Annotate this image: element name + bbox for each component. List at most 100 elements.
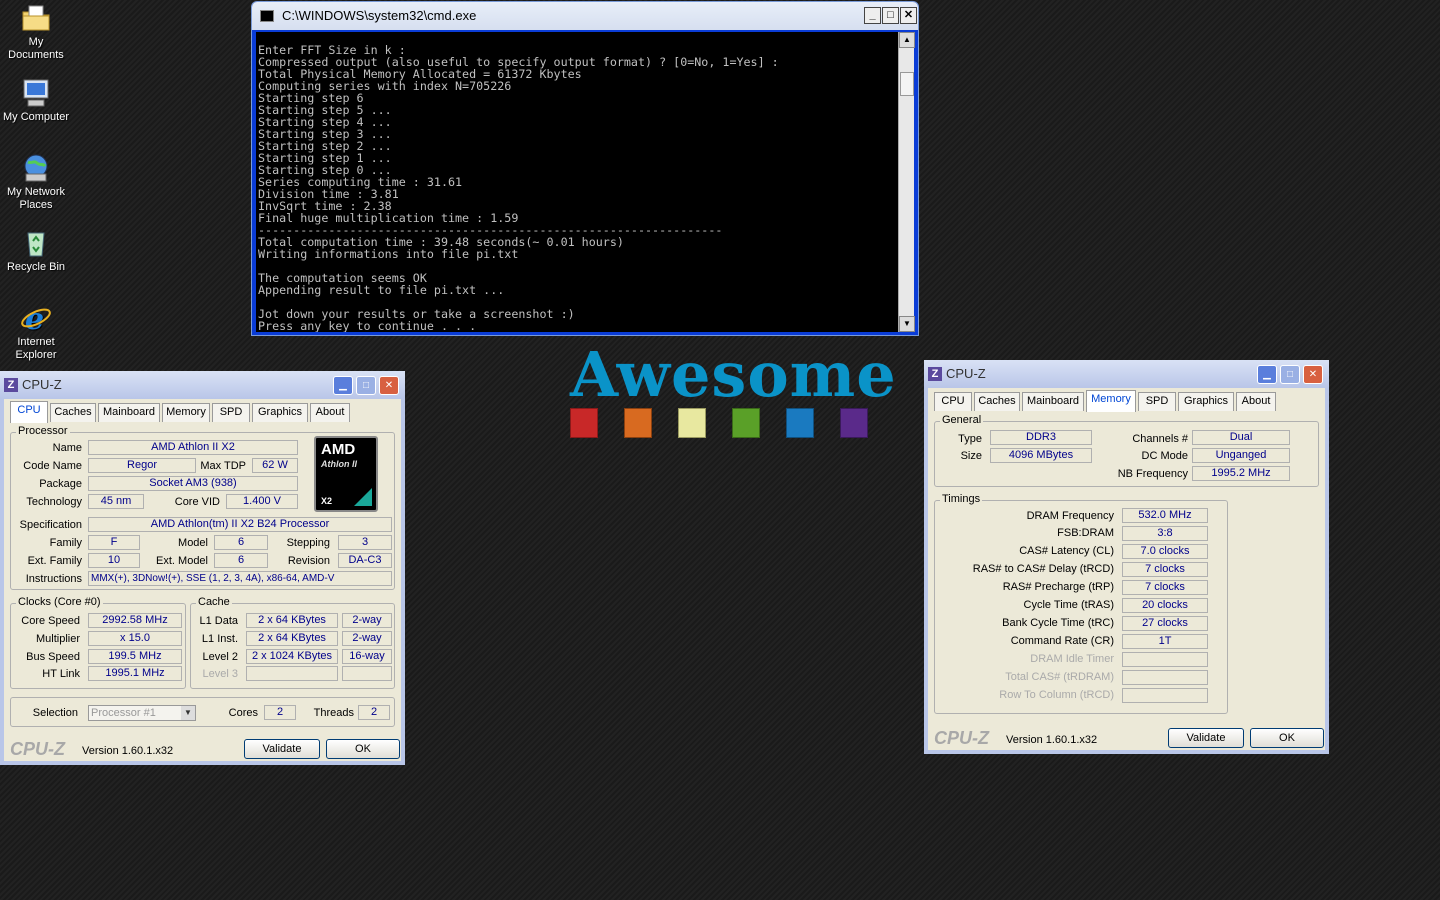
cpuz-icon: Z xyxy=(928,367,942,381)
l1i-value: 2 x 64 KBytes xyxy=(246,631,338,646)
desktop-icon-internet-explorer[interactable]: e Internet Explorer xyxy=(0,302,72,362)
close-button[interactable]: ✕ xyxy=(1303,365,1323,384)
close-button[interactable]: ✕ xyxy=(379,376,399,395)
tab-about[interactable]: About xyxy=(1236,392,1276,411)
l3-way xyxy=(342,666,392,681)
processor-select[interactable]: Processor #1 ▼ xyxy=(88,705,196,721)
version-text: Version 1.60.1.x32 xyxy=(1006,734,1098,746)
cmd-output[interactable]: Enter FFT Size in k : Compressed output … xyxy=(256,32,901,332)
busspeed-label: Bus Speed xyxy=(26,651,80,663)
tab-spd[interactable]: SPD xyxy=(212,403,250,422)
l2-value: 2 x 1024 KBytes xyxy=(246,649,338,664)
group-title: Timings xyxy=(940,493,983,505)
timing-value xyxy=(1122,652,1208,667)
desktop-icon-my-documents[interactable]: My Documents xyxy=(0,2,72,62)
athlon-logo-text: Athlon II xyxy=(321,459,357,469)
timing-label: FSB:DRAM xyxy=(1057,527,1114,539)
tab-mainboard[interactable]: Mainboard xyxy=(98,403,160,422)
tab-caches[interactable]: Caches xyxy=(50,403,96,422)
tab-mainboard[interactable]: Mainboard xyxy=(1022,392,1084,411)
timing-row: Row To Column (tRCD) xyxy=(928,688,1218,706)
desktop-icon-my-network[interactable]: My Network Places xyxy=(0,152,72,212)
validate-button[interactable]: Validate xyxy=(1168,728,1244,748)
cpuz-title: CPU-Z xyxy=(22,377,62,392)
timing-value: 3:8 xyxy=(1122,526,1208,541)
minimize-button[interactable]: ▁ xyxy=(1257,365,1277,384)
corespeed-value: 2992.58 MHz xyxy=(88,613,182,628)
name-label: Name xyxy=(52,442,82,454)
timing-row: FSB:DRAM 3:8 xyxy=(928,526,1218,544)
cmd-titlebar[interactable]: C:\WINDOWS\system32\cmd.exe _ □ ✕ xyxy=(252,2,918,30)
tab-spd[interactable]: SPD xyxy=(1138,392,1176,411)
tab-memory[interactable]: Memory xyxy=(162,403,210,422)
desktop-icon-my-computer[interactable]: My Computer xyxy=(0,77,72,124)
busspeed-value: 199.5 MHz xyxy=(88,649,182,664)
minimize-button[interactable]: _ xyxy=(864,7,881,24)
family-value: F xyxy=(88,535,140,550)
technology-label: Technology xyxy=(26,496,82,508)
stepping-label: Stepping xyxy=(286,537,330,549)
desktop-icon-recycle-bin[interactable]: Recycle Bin xyxy=(0,227,72,274)
size-value: 4096 MBytes xyxy=(990,448,1092,463)
timing-label: RAS# to CAS# Delay (tRCD) xyxy=(972,563,1114,575)
wallpaper-square xyxy=(678,408,706,438)
amd-logo-text: AMD xyxy=(321,441,356,458)
maximize-button[interactable]: □ xyxy=(1280,365,1300,384)
version-text: Version 1.60.1.x32 xyxy=(82,745,174,757)
wallpaper-square xyxy=(840,408,868,438)
desktop-icon-label: My Network Places xyxy=(6,186,66,211)
maximize-button[interactable]: □ xyxy=(356,376,376,395)
technology-value: 45 nm xyxy=(88,494,144,509)
ok-button[interactable]: OK xyxy=(1250,728,1324,748)
spec-label: Specification xyxy=(19,519,82,531)
tab-memory[interactable]: Memory xyxy=(1086,390,1136,412)
maximize-button[interactable]: □ xyxy=(882,7,899,24)
threads-label: Threads xyxy=(313,707,354,719)
scroll-up-icon[interactable]: ▲ xyxy=(899,32,915,48)
scroll-thumb[interactable] xyxy=(900,72,914,96)
validate-button[interactable]: Validate xyxy=(244,739,320,759)
desktop-icon-label: Recycle Bin xyxy=(6,261,66,273)
l2-label: Level 2 xyxy=(202,651,238,663)
minimize-button[interactable]: ▁ xyxy=(333,376,353,395)
cpuz-titlebar[interactable]: Z CPU-Z ▁ □ ✕ xyxy=(0,371,405,399)
codename-label: Code Name xyxy=(23,460,82,472)
extfamily-label: Ext. Family xyxy=(27,555,82,567)
name-value: AMD Athlon II X2 xyxy=(88,440,298,455)
htlink-label: HT Link xyxy=(42,668,80,680)
timing-value: 532.0 MHz xyxy=(1122,508,1208,523)
network-icon xyxy=(20,152,52,184)
ok-button[interactable]: OK xyxy=(326,739,400,759)
tab-cpu[interactable]: CPU xyxy=(934,392,972,411)
timing-label: DRAM Frequency xyxy=(1026,510,1114,522)
tab-graphics[interactable]: Graphics xyxy=(252,403,308,422)
amd-arrow-icon xyxy=(354,488,372,506)
svg-text:e: e xyxy=(25,302,44,334)
corevid-label: Core VID xyxy=(174,496,220,508)
timing-row: DRAM Idle Timer xyxy=(928,652,1218,670)
desktop-icon-label: My Documents xyxy=(8,36,64,61)
close-button[interactable]: ✕ xyxy=(900,7,917,24)
l1i-label: L1 Inst. xyxy=(201,633,238,645)
cmd-window: C:\WINDOWS\system32\cmd.exe _ □ ✕ Enter … xyxy=(251,1,919,336)
cpuz-cpu-window: Z CPU-Z ▁ □ ✕ CPU Caches Mainboard Memor… xyxy=(0,371,405,765)
tab-about[interactable]: About xyxy=(310,403,350,422)
chevron-down-icon[interactable]: ▼ xyxy=(181,706,195,720)
timing-row: Cycle Time (tRAS) 20 clocks xyxy=(928,598,1218,616)
tab-caches[interactable]: Caches xyxy=(974,392,1020,411)
group-title: Processor xyxy=(16,425,70,437)
scroll-down-icon[interactable]: ▼ xyxy=(899,316,915,332)
cpuz-brand-logo: CPU-Z xyxy=(10,739,65,759)
cmd-scrollbar[interactable]: ▲ ▼ xyxy=(898,32,915,332)
dcmode-label: DC Mode xyxy=(1141,450,1188,462)
wallpaper-square xyxy=(624,408,652,438)
tab-graphics[interactable]: Graphics xyxy=(1178,392,1234,411)
extfamily-value: 10 xyxy=(88,553,140,568)
group-title: Cache xyxy=(196,596,232,608)
cpuz-title: CPU-Z xyxy=(946,366,986,381)
codename-value: Regor xyxy=(88,458,196,473)
timing-label: DRAM Idle Timer xyxy=(1030,653,1114,665)
x2-logo-text: X2 xyxy=(321,496,333,506)
cpuz-titlebar[interactable]: Z CPU-Z ▁ □ ✕ xyxy=(924,360,1329,388)
tab-cpu[interactable]: CPU xyxy=(10,401,48,423)
